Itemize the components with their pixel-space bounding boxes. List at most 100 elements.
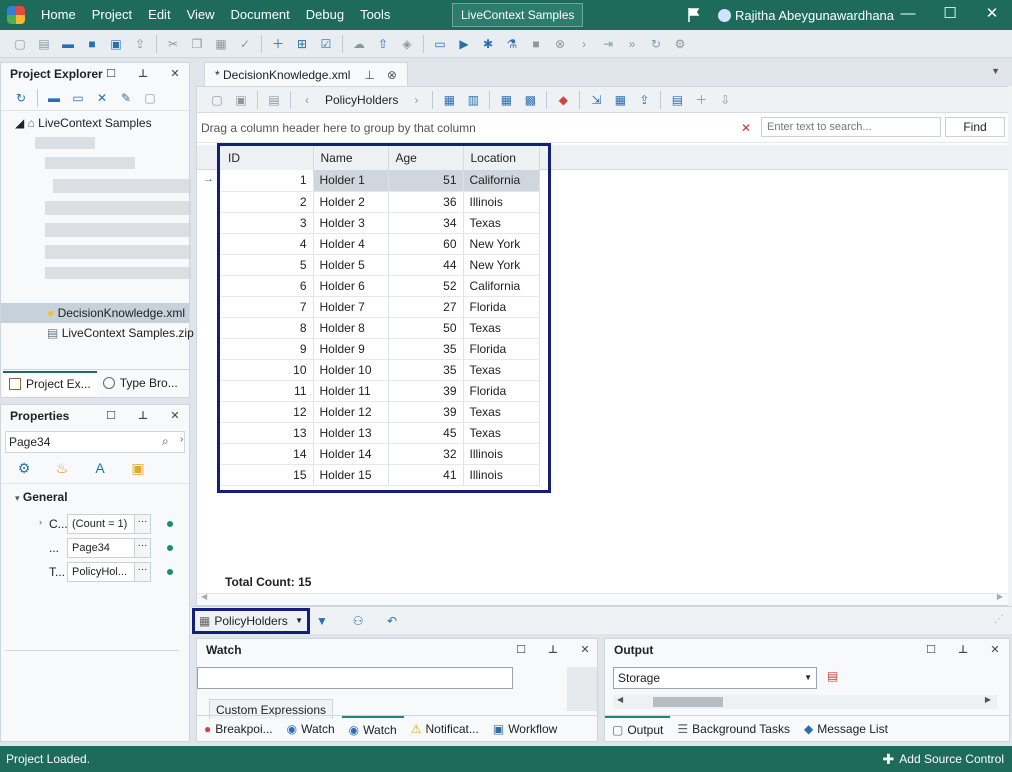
maximize-panel-icon[interactable]: ☐ — [103, 66, 119, 82]
table-row[interactable]: 12 Holder 12 39 Texas — [221, 401, 540, 423]
pin-icon[interactable]: ⊥ — [955, 642, 971, 658]
cell-name[interactable]: Holder 9 — [313, 338, 389, 360]
cell-location[interactable]: Florida — [463, 380, 540, 402]
cell-id[interactable]: 9 — [221, 338, 314, 360]
export-icon[interactable]: ⇪ — [129, 33, 151, 55]
cell-age[interactable]: 39 — [388, 380, 464, 402]
new-document-icon[interactable]: ＋ — [267, 33, 289, 55]
cell-location[interactable]: Texas — [463, 359, 540, 381]
table-row[interactable]: 7 Holder 7 27 Florida — [221, 296, 540, 318]
chevron-down-icon[interactable]: ▼ — [295, 616, 303, 625]
maximize-button[interactable]: ☐ — [930, 0, 970, 30]
table-row[interactable]: 10 Holder 10 35 Texas — [221, 359, 540, 381]
cell-id[interactable]: 6 — [221, 275, 314, 297]
tab-background-tasks[interactable]: ☰ Background Tasks — [670, 716, 797, 742]
maximize-panel-icon[interactable]: ☐ — [513, 642, 529, 658]
cell-name[interactable]: Holder 8 — [313, 317, 389, 339]
upload-icon[interactable]: ⇧ — [372, 33, 394, 55]
output-scrollbar[interactable]: ◀ ▶ — [613, 695, 997, 709]
step-out-icon[interactable]: » — [621, 33, 643, 55]
folder-icon[interactable]: ▬ — [57, 33, 79, 55]
cell-location[interactable]: Florida — [463, 296, 540, 318]
table-row[interactable]: 4 Holder 4 60 New York — [221, 233, 540, 255]
cell-name[interactable]: Holder 10 — [313, 359, 389, 381]
table-row[interactable]: 13 Holder 13 45 Texas — [221, 422, 540, 444]
table-row[interactable]: 14 Holder 14 32 Illinois — [221, 443, 540, 465]
add-item-icon[interactable]: ⊞ — [291, 33, 313, 55]
cancel-icon[interactable]: ⊗ — [549, 33, 571, 55]
expand-icon[interactable]: › — [39, 517, 42, 527]
find-button[interactable]: Find — [945, 117, 1005, 137]
cell-age[interactable]: 34 — [388, 212, 464, 234]
cell-id[interactable]: 11 — [221, 380, 314, 402]
scroll-right-icon[interactable]: ▶ — [985, 695, 991, 704]
maximize-panel-icon[interactable]: ☐ — [923, 642, 939, 658]
close-panel-icon[interactable]: ✕ — [987, 642, 1003, 658]
cell-name[interactable]: Holder 13 — [313, 422, 389, 444]
property-value[interactable]: (Count = 1) ··· — [67, 514, 151, 534]
property-row[interactable]: T... PolicyHol... ··· — [1, 560, 187, 584]
scroll-right-icon[interactable]: ▶ — [997, 592, 1003, 601]
tab-overflow-icon[interactable]: ▼ — [991, 66, 1000, 76]
properties-icon[interactable]: ▢ — [139, 87, 161, 109]
horizontal-scrollbar[interactable]: ◀ ▶ — [197, 592, 1009, 605]
chevron-down-icon[interactable]: ▼ — [804, 668, 812, 688]
cell-location[interactable]: New York — [463, 254, 540, 276]
cell-id[interactable]: 7 — [221, 296, 314, 318]
maximize-panel-icon[interactable]: ☐ — [103, 408, 119, 424]
flag-icon[interactable] — [688, 8, 700, 22]
grid-icon[interactable]: ▦ — [609, 89, 631, 111]
undo-icon[interactable]: ↶ — [381, 610, 403, 632]
import-icon[interactable]: ⇲ — [585, 89, 607, 111]
close-panel-icon[interactable]: ✕ — [167, 408, 183, 424]
refresh-icon[interactable]: ↻ — [10, 87, 32, 109]
cell-id[interactable]: 2 — [221, 191, 314, 213]
cell-id[interactable]: 5 — [221, 254, 314, 276]
clear-search-icon[interactable]: ✕ — [741, 121, 751, 135]
column-header-age[interactable]: Age — [388, 145, 464, 170]
datasource-selector[interactable]: ▦ PolicyHolders ▼ — [192, 608, 310, 634]
table-row[interactable]: 1 Holder 1 51 California — [221, 170, 540, 192]
cell-location[interactable]: New York — [463, 233, 540, 255]
cell-location[interactable]: Illinois — [463, 443, 540, 465]
open-icon[interactable]: ▤ — [33, 33, 55, 55]
search-icon[interactable]: ⌕ — [162, 434, 169, 449]
cell-id[interactable]: 12 — [221, 401, 314, 423]
cell-age[interactable]: 41 — [388, 464, 464, 486]
cell-location[interactable]: Texas — [463, 212, 540, 234]
cell-id[interactable]: 13 — [221, 422, 314, 444]
text-style-icon[interactable]: A — [91, 459, 109, 477]
table-row[interactable]: 3 Holder 3 34 Texas — [221, 212, 540, 234]
forward-icon[interactable]: › — [405, 89, 427, 111]
pin-icon[interactable]: ⊥ — [135, 66, 151, 82]
cell-name[interactable]: Holder 6 — [313, 275, 389, 297]
cell-id[interactable]: 8 — [221, 317, 314, 339]
cell-location[interactable]: Florida — [463, 338, 540, 360]
cell-location[interactable]: California — [463, 275, 540, 297]
tab-project-explorer[interactable]: Project Ex... — [3, 370, 97, 395]
table-row[interactable]: 15 Holder 15 41 Illinois — [221, 464, 540, 486]
cell-age[interactable]: 39 — [388, 401, 464, 423]
user-account[interactable]: Rajitha Abeygunawardhana — [718, 0, 894, 30]
insert-row-icon[interactable]: ▦ — [495, 89, 517, 111]
document-tab[interactable]: * DecisionKnowledge.xml ⊥ ⊗ — [204, 62, 408, 86]
close-tab-icon[interactable]: ⊗ — [387, 68, 397, 82]
tab-watch-2[interactable]: ◉ Watch — [341, 715, 404, 742]
refresh-icon[interactable]: ↻ — [645, 33, 667, 55]
properties-gear-icon[interactable]: ⚙ — [15, 459, 33, 477]
add-folder-icon[interactable]: ▭ — [67, 87, 89, 109]
property-row[interactable]: ... Page34 ··· — [1, 536, 187, 560]
cell-name[interactable]: Holder 3 — [313, 212, 389, 234]
cell-location[interactable]: Texas — [463, 422, 540, 444]
cell-name[interactable]: Holder 14 — [313, 443, 389, 465]
close-button[interactable]: ✕ — [972, 0, 1012, 30]
property-object-selector[interactable]: Page34 ⌕ › — [5, 431, 185, 453]
cell-name[interactable]: Holder 11 — [313, 380, 389, 402]
events-fire-icon[interactable]: ♨ — [53, 459, 71, 477]
cell-age[interactable]: 35 — [388, 359, 464, 381]
cut-icon[interactable]: ✂ — [162, 33, 184, 55]
cell-id[interactable]: 1 — [221, 170, 314, 192]
close-panel-icon[interactable]: ✕ — [577, 642, 593, 658]
vertical-scrollbar[interactable] — [1008, 86, 1012, 606]
save-icon[interactable]: ■ — [81, 33, 103, 55]
